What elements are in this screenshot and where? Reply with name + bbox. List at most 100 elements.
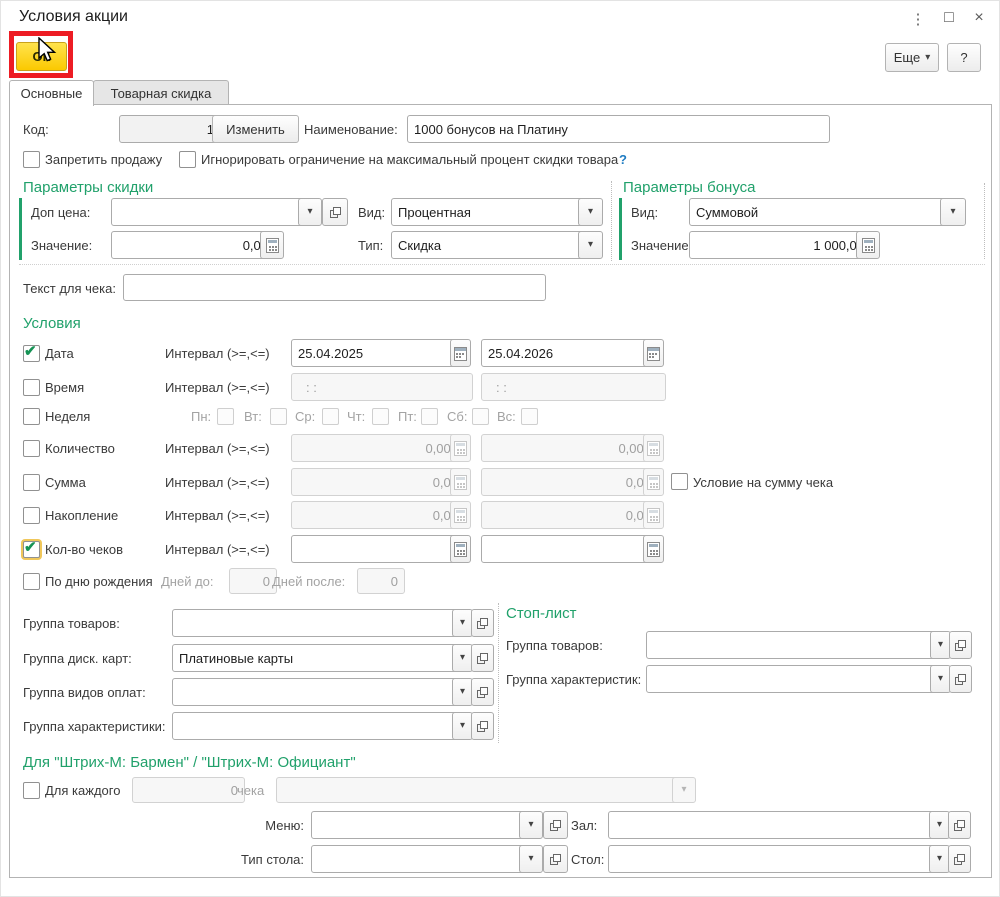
extra-price-combo[interactable]	[111, 198, 311, 226]
table-type-combo[interactable]	[311, 845, 534, 873]
table-type-open-button[interactable]	[543, 845, 568, 873]
bonus-value-calc-button[interactable]	[856, 231, 880, 259]
birthday-checkbox[interactable]	[23, 573, 40, 590]
tab-main[interactable]: Основные	[9, 80, 94, 106]
discount-type-select[interactable]: Скидка	[391, 231, 593, 259]
date-checkbox[interactable]: ✔	[23, 343, 40, 362]
extra-price-open-button[interactable]	[322, 198, 348, 226]
card-group-combo[interactable]: Платиновые карты	[172, 644, 467, 672]
menu-dropdown-button[interactable]: ▾	[519, 811, 543, 839]
bonus-kind-select[interactable]: Суммовой	[689, 198, 953, 226]
sum-receipt-condition-checkbox[interactable]	[671, 473, 688, 490]
check-count-from-input[interactable]: 0	[291, 535, 465, 563]
maximize-icon[interactable]: □	[939, 8, 959, 28]
date-from-input[interactable]: 25.04.2025	[291, 339, 465, 367]
check-count-to-calc-button[interactable]	[643, 535, 664, 563]
discount-type-dropdown-button[interactable]: ▾	[578, 231, 603, 259]
date-to-calendar-button[interactable]	[643, 339, 664, 367]
time-checkbox[interactable]	[23, 379, 40, 396]
check-count-to-input[interactable]: 0	[481, 535, 658, 563]
characteristic-group-dropdown-button[interactable]: ▾	[452, 712, 473, 740]
card-group-dropdown-button[interactable]: ▾	[452, 644, 473, 672]
window-menu-icon[interactable]: ⋮	[909, 9, 927, 29]
stoplist-characteristics-open-button[interactable]	[949, 665, 972, 693]
birthday-label: По дню рождения	[45, 574, 153, 589]
payment-group-open-button[interactable]	[471, 678, 494, 706]
sum-checkbox[interactable]	[23, 474, 40, 491]
table-dropdown-button[interactable]: ▾	[929, 845, 950, 873]
chevron-down-icon: ▾	[459, 720, 466, 731]
bonus-kind-dropdown-button[interactable]: ▾	[940, 198, 966, 226]
accumulation-from-calc-button	[450, 501, 471, 529]
bonus-value-input[interactable]: 1 000,00	[689, 231, 871, 259]
table-combo[interactable]	[608, 845, 943, 873]
check-icon: ✔	[24, 539, 37, 556]
stoplist-characteristics-combo[interactable]	[646, 665, 945, 693]
window-title: Условия акции	[19, 8, 128, 25]
weekday-tue-label: Вт:	[244, 409, 262, 424]
menu-open-button[interactable]	[543, 811, 568, 839]
characteristic-group-open-button[interactable]	[471, 712, 494, 740]
check-count-checkbox[interactable]: ✔	[23, 539, 40, 558]
table-type-dropdown-button[interactable]: ▾	[519, 845, 543, 873]
tab-product-discount[interactable]: Товарная скидка	[93, 80, 229, 106]
change-button[interactable]: Изменить	[212, 115, 299, 143]
hall-open-button[interactable]	[948, 811, 971, 839]
time-to-input: : :	[481, 373, 666, 401]
chevron-down-icon: ▾	[937, 673, 944, 684]
stoplist-characteristics-dropdown-button[interactable]: ▾	[930, 665, 951, 693]
forbid-sale-checkbox[interactable]	[23, 151, 40, 168]
week-checkbox[interactable]	[23, 408, 40, 425]
date-from-calendar-button[interactable]	[450, 339, 471, 367]
ignore-limit-help-link[interactable]: ?	[619, 152, 627, 167]
stoplist-goods-dropdown-button[interactable]: ▾	[930, 631, 951, 659]
menu-combo[interactable]	[311, 811, 534, 839]
characteristic-group-combo[interactable]	[172, 712, 467, 740]
accumulation-checkbox[interactable]	[23, 507, 40, 524]
accumulation-to-input: 0,00	[481, 501, 658, 529]
table-open-button[interactable]	[948, 845, 971, 873]
date-to-input[interactable]: 25.04.2026	[481, 339, 658, 367]
weekday-mon-checkbox	[217, 408, 234, 425]
forbid-sale-label: Запретить продажу	[45, 152, 163, 167]
weekday-fri-checkbox	[421, 408, 438, 425]
quantity-from-calc-button	[450, 434, 471, 462]
payment-group-dropdown-button[interactable]: ▾	[452, 678, 473, 706]
more-button-label: Еще	[893, 50, 921, 65]
each-check-checkbox[interactable]	[23, 782, 40, 799]
chevron-down-icon: ▾	[459, 617, 466, 628]
accumulation-label: Накопление	[45, 508, 119, 523]
stoplist-goods-combo[interactable]	[646, 631, 945, 659]
calculator-icon	[647, 541, 660, 557]
extra-price-dropdown-button[interactable]: ▾	[298, 198, 322, 226]
time-label: Время	[45, 380, 85, 395]
discount-kind-dropdown-button[interactable]: ▾	[578, 198, 603, 226]
check-count-from-calc-button[interactable]	[450, 535, 471, 563]
stoplist-goods-open-button[interactable]	[949, 631, 972, 659]
payment-group-combo[interactable]	[172, 678, 467, 706]
weekday-sat-checkbox	[472, 408, 489, 425]
chevron-down-icon: ▾	[937, 639, 944, 650]
ignore-limit-checkbox[interactable]	[179, 151, 196, 168]
quantity-checkbox[interactable]	[23, 440, 40, 457]
accumulation-interval-label: Интервал (>=,<=)	[165, 508, 270, 523]
goods-group-combo[interactable]	[172, 609, 467, 637]
more-button[interactable]: Еще ▾	[885, 43, 939, 72]
close-icon[interactable]: ×	[969, 8, 989, 28]
discount-kind-label: Вид:	[358, 205, 386, 220]
hall-dropdown-button[interactable]: ▾	[929, 811, 950, 839]
receipt-text-input[interactable]	[123, 274, 546, 301]
name-input[interactable]: 1000 бонусов на Платину	[407, 115, 830, 143]
discount-kind-select[interactable]: Процентная	[391, 198, 593, 226]
card-group-open-button[interactable]	[471, 644, 494, 672]
goods-group-dropdown-button[interactable]: ▾	[452, 609, 473, 637]
open-icon	[550, 853, 561, 865]
goods-group-open-button[interactable]	[471, 609, 494, 637]
discount-value-calc-button[interactable]	[260, 231, 284, 259]
hall-combo[interactable]	[608, 811, 943, 839]
discount-value-input[interactable]: 0,00	[111, 231, 275, 259]
chevron-down-icon: ▾	[528, 853, 534, 864]
weekday-thu-checkbox	[372, 408, 389, 425]
section-divider	[611, 181, 612, 261]
help-button[interactable]: ?	[947, 43, 981, 72]
